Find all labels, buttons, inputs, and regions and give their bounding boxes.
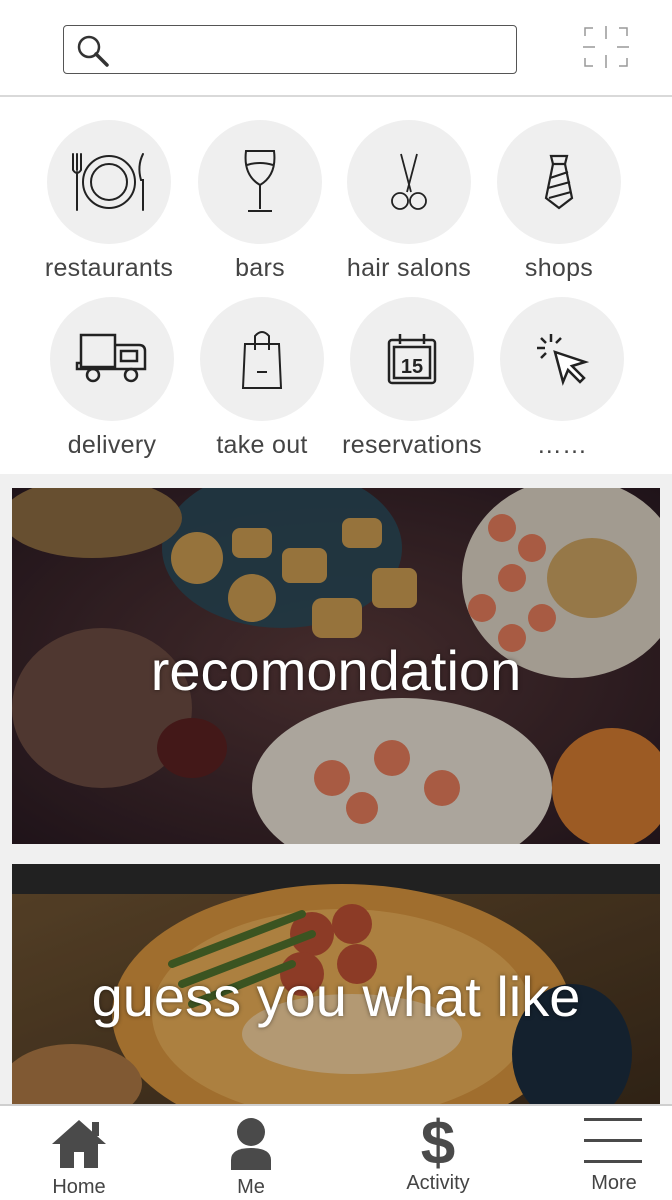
restaurant-icon [72,153,144,211]
category-label: reservations [342,431,482,459]
category-label: take out [216,431,308,459]
nav-me[interactable]: Me [210,1106,292,1200]
category-label: delivery [67,431,157,459]
search-bar[interactable] [63,25,517,74]
category-bars[interactable]: bars [185,120,335,283]
category-icon-circle: 15 [350,297,474,421]
category-icon-circle [47,120,171,244]
category-icon-circle [500,297,624,421]
svg-text:$: $ [421,1114,455,1170]
category-icon-circle [497,120,621,244]
header [0,0,672,97]
nav-label: Home [52,1176,106,1198]
category-icon-circle [200,297,324,421]
dollar-icon: $ [421,1114,455,1170]
nav-more[interactable]: More [578,1106,650,1200]
category-label: bars [235,254,285,282]
bottom-nav: Home Me $ Activity More [0,1104,672,1200]
profile-icon [231,1118,271,1170]
scissors-icon [391,153,427,210]
category-restaurants[interactable]: restaurants [34,120,184,283]
category-shops[interactable]: shops [484,120,634,283]
suggestion-banner[interactable]: guess you what like [12,864,660,1106]
home-icon [52,1120,106,1168]
category-icon-circle [347,120,471,244]
shopping-bag-icon [241,331,283,389]
category-reservations[interactable]: 15 reservations [337,297,487,460]
truck-icon [75,333,147,383]
category-label: …… [536,431,588,459]
category-label: hair salons [346,254,472,282]
tie-icon [544,154,574,210]
category-delivery[interactable]: delivery [37,297,187,460]
category-label: restaurants [44,254,174,282]
menu-icon [584,1118,642,1163]
nav-activity[interactable]: $ Activity [395,1106,481,1200]
nav-home[interactable]: Home [36,1106,122,1200]
category-take-out[interactable]: take out [187,297,337,460]
banner-title: guess you what like [91,965,581,1028]
category-label: shops [524,254,594,282]
search-icon [77,35,109,67]
content-feed: recomondation guess you what like [0,474,672,1106]
calendar-day: 15 [401,356,423,378]
banner-title: recomondation [150,639,522,702]
category-grid: restaurants bars hair salons shops deliv… [0,99,672,474]
cursor-click-icon [537,334,589,386]
recommendation-banner[interactable]: recomondation [12,488,660,844]
calendar-icon: 15 [387,334,437,385]
nav-label: More [591,1172,637,1194]
category-hair-salons[interactable]: hair salons [334,120,484,283]
category-icon-circle [50,297,174,421]
nav-label: Activity [406,1172,470,1194]
wine-glass-icon [244,150,276,212]
scan-icon[interactable] [583,24,629,70]
category-icon-circle [198,120,322,244]
category-more[interactable]: …… [487,297,637,460]
search-input[interactable] [116,32,506,67]
nav-label: Me [237,1176,265,1198]
